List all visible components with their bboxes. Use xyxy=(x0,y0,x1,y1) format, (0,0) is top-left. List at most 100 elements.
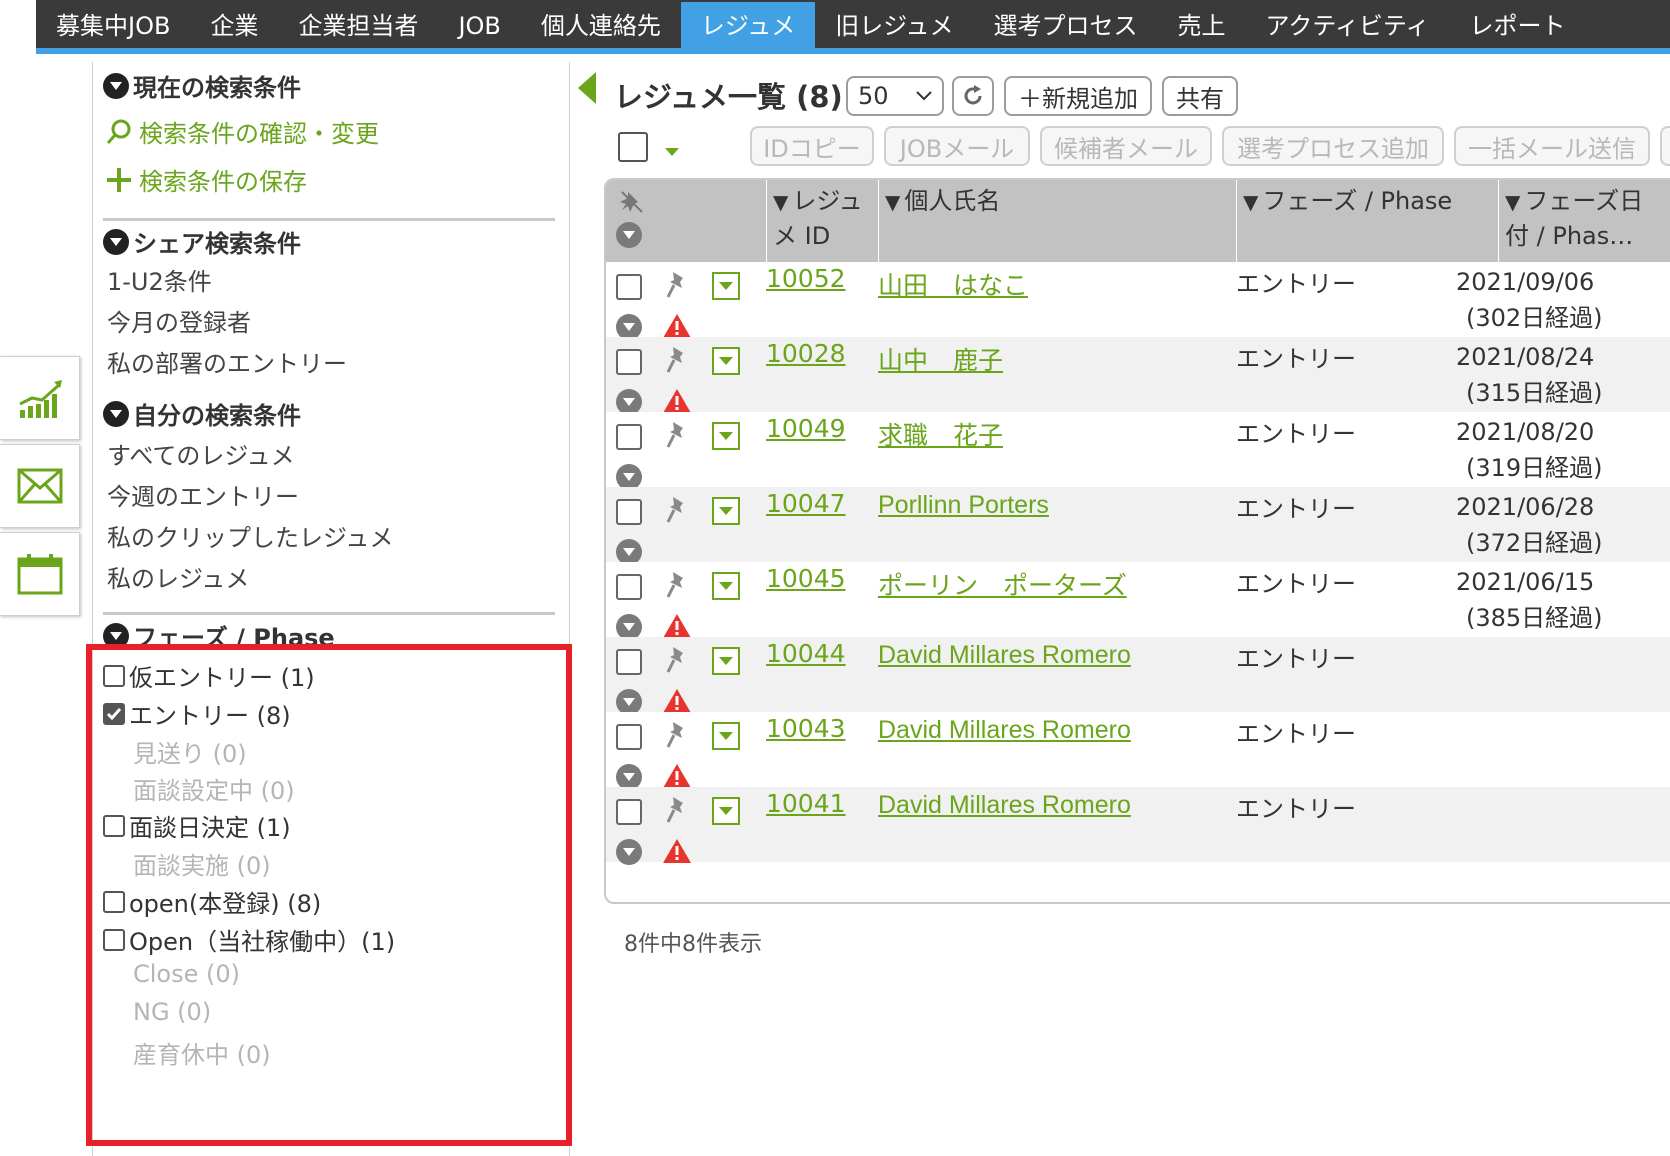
pin-icon[interactable] xyxy=(664,495,690,529)
phase-option-temp-entry[interactable]: 仮エントリー (1) xyxy=(103,658,315,693)
share-button[interactable]: 共有 xyxy=(1162,76,1238,116)
calendar-tool-button[interactable] xyxy=(0,532,80,616)
person-name-link[interactable]: David Millares Romero xyxy=(878,716,1131,745)
row-menu-button[interactable] xyxy=(712,797,740,825)
phase-checkbox[interactable] xyxy=(103,664,125,687)
row-checkbox[interactable] xyxy=(616,424,642,450)
warning-icon xyxy=(662,837,692,869)
pin-icon[interactable] xyxy=(664,645,690,679)
header-name[interactable]: ▼ 個人氏名 xyxy=(878,180,1236,262)
row-menu-button[interactable] xyxy=(712,722,740,750)
phase-option-open-working[interactable]: Open（当社稼働中）(1) xyxy=(103,922,395,957)
phase-option-entry[interactable]: エントリー (8) xyxy=(103,696,291,731)
save-search-conditions-link[interactable]: 検索条件の保存 xyxy=(105,162,307,197)
resume-id-link[interactable]: 10043 xyxy=(766,714,846,743)
resume-id-link[interactable]: 10028 xyxy=(766,339,846,368)
job-mail-button[interactable]: JOBメール xyxy=(884,126,1030,166)
my-search-heading[interactable]: 自分の検索条件 xyxy=(103,396,301,431)
nav-item-job[interactable]: JOB xyxy=(438,2,520,48)
expand-all-icon[interactable] xyxy=(616,222,642,248)
row-menu-button[interactable] xyxy=(712,422,740,450)
person-name-link[interactable]: ポーリン ポーターズ xyxy=(878,566,1127,602)
phase-checkbox[interactable] xyxy=(103,702,125,725)
header-phase[interactable]: ▼ フェーズ / Phase xyxy=(1236,180,1498,262)
row-menu-button[interactable] xyxy=(712,497,740,525)
sidebar-collapse-button[interactable] xyxy=(572,68,602,108)
phase-checkbox[interactable] xyxy=(103,890,125,913)
row-checkbox[interactable] xyxy=(616,799,642,825)
shared-search-item[interactable]: 1-U2条件 xyxy=(107,262,212,297)
nav-item-recruiting-job[interactable]: 募集中JOB xyxy=(36,2,190,48)
phase-checkbox[interactable] xyxy=(103,928,125,951)
add-selection-process-button[interactable]: 選考プロセス追加 xyxy=(1222,126,1444,166)
phase-filter-heading[interactable]: フェーズ / Phase xyxy=(103,618,335,653)
phase-checkbox[interactable] xyxy=(103,814,125,837)
my-search-item[interactable]: 私のレジュメ xyxy=(107,559,249,594)
current-search-heading[interactable]: 現在の検索条件 xyxy=(103,68,301,103)
resume-id-link[interactable]: 10049 xyxy=(766,414,846,443)
nav-item-personal-contact[interactable]: 個人連絡先 xyxy=(521,2,681,48)
nav-item-resume[interactable]: レジュメ xyxy=(680,2,816,48)
pin-icon[interactable] xyxy=(664,795,690,829)
row-checkbox[interactable] xyxy=(616,649,642,675)
row-expand-icon[interactable] xyxy=(616,839,642,865)
pin-icon[interactable] xyxy=(664,345,690,379)
row-menu-button[interactable] xyxy=(712,647,740,675)
caret-down-icon xyxy=(719,357,733,365)
resume-id-link[interactable]: 10045 xyxy=(766,564,846,593)
pin-icon[interactable] xyxy=(664,570,690,604)
row-menu-button[interactable] xyxy=(712,347,740,375)
row-checkbox[interactable] xyxy=(616,499,642,525)
row-menu-button[interactable] xyxy=(712,272,740,300)
page-title: レジュメ一覧 (8) xyxy=(614,80,843,114)
resume-id-link[interactable]: 10052 xyxy=(766,264,846,293)
person-name-link[interactable]: 山田 はなこ xyxy=(878,266,1028,302)
copy-id-button[interactable]: IDコピー xyxy=(750,126,874,166)
shared-search-item[interactable]: 今月の登録者 xyxy=(107,303,251,338)
phase-option-open-registered[interactable]: open(本登録) (8) xyxy=(103,884,321,919)
candidate-mail-button[interactable]: 候補者メール xyxy=(1040,126,1212,166)
my-search-item[interactable]: 今週のエントリー xyxy=(107,477,299,512)
nav-item-company[interactable]: 企業 xyxy=(190,2,278,48)
shared-search-heading[interactable]: シェア検索条件 xyxy=(103,224,301,259)
resume-id-link[interactable]: 10044 xyxy=(766,639,846,668)
chart-tool-button[interactable] xyxy=(0,356,80,440)
pin-icon[interactable] xyxy=(664,720,690,754)
row-checkbox[interactable] xyxy=(616,349,642,375)
select-all-checkbox[interactable] xyxy=(618,132,648,162)
mail-tool-button[interactable] xyxy=(0,444,80,528)
person-name-link[interactable]: David Millares Romero xyxy=(878,791,1131,820)
nav-item-activity[interactable]: アクティビティ xyxy=(1246,2,1450,48)
check-search-conditions-link[interactable]: 検索条件の確認・変更 xyxy=(105,114,379,149)
person-name-link[interactable]: 求職 花子 xyxy=(878,416,1003,452)
add-new-button[interactable]: ＋新規追加 xyxy=(1004,76,1152,116)
nav-item-company-contact[interactable]: 企業担当者 xyxy=(278,2,438,48)
phase-option-interview-fixed[interactable]: 面談日決定 (1) xyxy=(103,808,291,843)
person-name-link[interactable]: Porllinn Porters xyxy=(878,491,1049,520)
resume-table: ▼ レジュメ ID ▼ 個人氏名 ▼ フェーズ / Phase ▼ フェーズ日付 / P… xyxy=(604,178,1670,904)
person-name-link[interactable]: David Millares Romero xyxy=(878,641,1131,670)
per-page-select[interactable]: 50 xyxy=(846,76,944,116)
bulk-mail-button[interactable]: 一括メール送信 xyxy=(1454,126,1650,166)
row-checkbox[interactable] xyxy=(616,724,642,750)
pin-icon[interactable] xyxy=(664,420,690,454)
nav-item-selection-process[interactable]: 選考プロセス xyxy=(974,2,1158,48)
row-checkbox[interactable] xyxy=(616,274,642,300)
row-menu-button[interactable] xyxy=(712,572,740,600)
resume-id-link[interactable]: 10041 xyxy=(766,789,846,818)
more-actions-button[interactable] xyxy=(1660,126,1670,166)
header-phase-date[interactable]: ▼ フェーズ日付 / Phas… xyxy=(1498,180,1670,262)
row-checkbox[interactable] xyxy=(616,574,642,600)
nav-item-old-resume[interactable]: 旧レジュメ xyxy=(815,2,973,48)
shared-search-item[interactable]: 私の部署のエントリー xyxy=(107,344,347,379)
header-resume-id[interactable]: ▼ レジュメ ID xyxy=(766,180,878,262)
nav-item-sales[interactable]: 売上 xyxy=(1158,2,1246,48)
resume-id-link[interactable]: 10047 xyxy=(766,489,846,518)
person-name-link[interactable]: 山中 鹿子 xyxy=(878,341,1003,377)
pin-icon[interactable] xyxy=(664,270,690,304)
select-all-menu-button[interactable] xyxy=(664,142,680,161)
my-search-item[interactable]: 私のクリップしたレジュメ xyxy=(107,518,393,553)
my-search-item[interactable]: すべてのレジュメ xyxy=(107,436,295,471)
refresh-button[interactable] xyxy=(952,76,994,116)
nav-item-report[interactable]: レポート xyxy=(1449,2,1585,48)
